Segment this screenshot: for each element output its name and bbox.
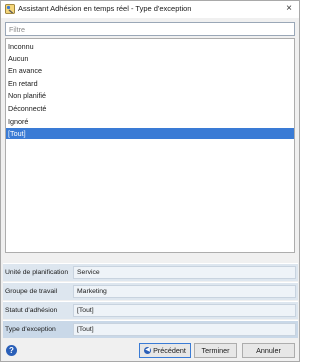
property-label: Groupe de travail [5,288,58,295]
wizard-icon [5,4,15,14]
finish-button[interactable]: Terminer [194,343,237,358]
previous-button[interactable]: ◀ Précédent [139,343,191,358]
list-item[interactable]: Inconnu [6,41,294,52]
list-item[interactable]: En retard [6,78,294,89]
property-value: Service [73,266,296,279]
list-item[interactable]: Non planifié [6,90,294,101]
wizard-dialog: Assistant Adhésion en temps réel - Type … [0,0,300,362]
summary-properties: Unité de planification Service Groupe de… [3,263,298,339]
exception-type-list[interactable]: Inconnu Aucun En avance En retard Non pl… [5,38,295,253]
property-row-exception-type: Type d'exception [Tout] [3,320,298,338]
filter-field[interactable] [5,22,295,36]
property-row-work-group: Groupe de travail Marketing [3,282,298,300]
list-item-selected[interactable]: [Tout] [6,128,294,139]
list-item[interactable]: Ignoré [6,116,294,127]
property-value: [Tout] [73,323,296,336]
button-bar: ? ◀ Précédent Terminer Annuler [1,341,299,362]
previous-button-label: Précédent [153,346,186,355]
window-title: Assistant Adhésion en temps réel - Type … [18,4,192,13]
title-bar: Assistant Adhésion en temps réel - Type … [1,1,299,18]
list-item[interactable]: Déconnecté [6,103,294,114]
property-row-adherence-status: Statut d'adhésion [Tout] [3,301,298,319]
property-label: Unité de planification [5,269,69,276]
list-item[interactable]: Aucun [6,53,294,64]
property-label: Statut d'adhésion [5,307,58,314]
cancel-button[interactable]: Annuler [242,343,295,358]
property-label: Type d'exception [5,326,56,333]
property-value: [Tout] [73,304,296,317]
close-icon[interactable]: × [283,3,295,15]
property-value: Marketing [73,285,296,298]
help-icon[interactable]: ? [6,345,17,356]
property-row-planning-unit: Unité de planification Service [3,263,298,281]
list-item[interactable]: En avance [6,65,294,76]
filter-input[interactable] [6,23,294,35]
back-arrow-icon: ◀ [144,347,151,354]
